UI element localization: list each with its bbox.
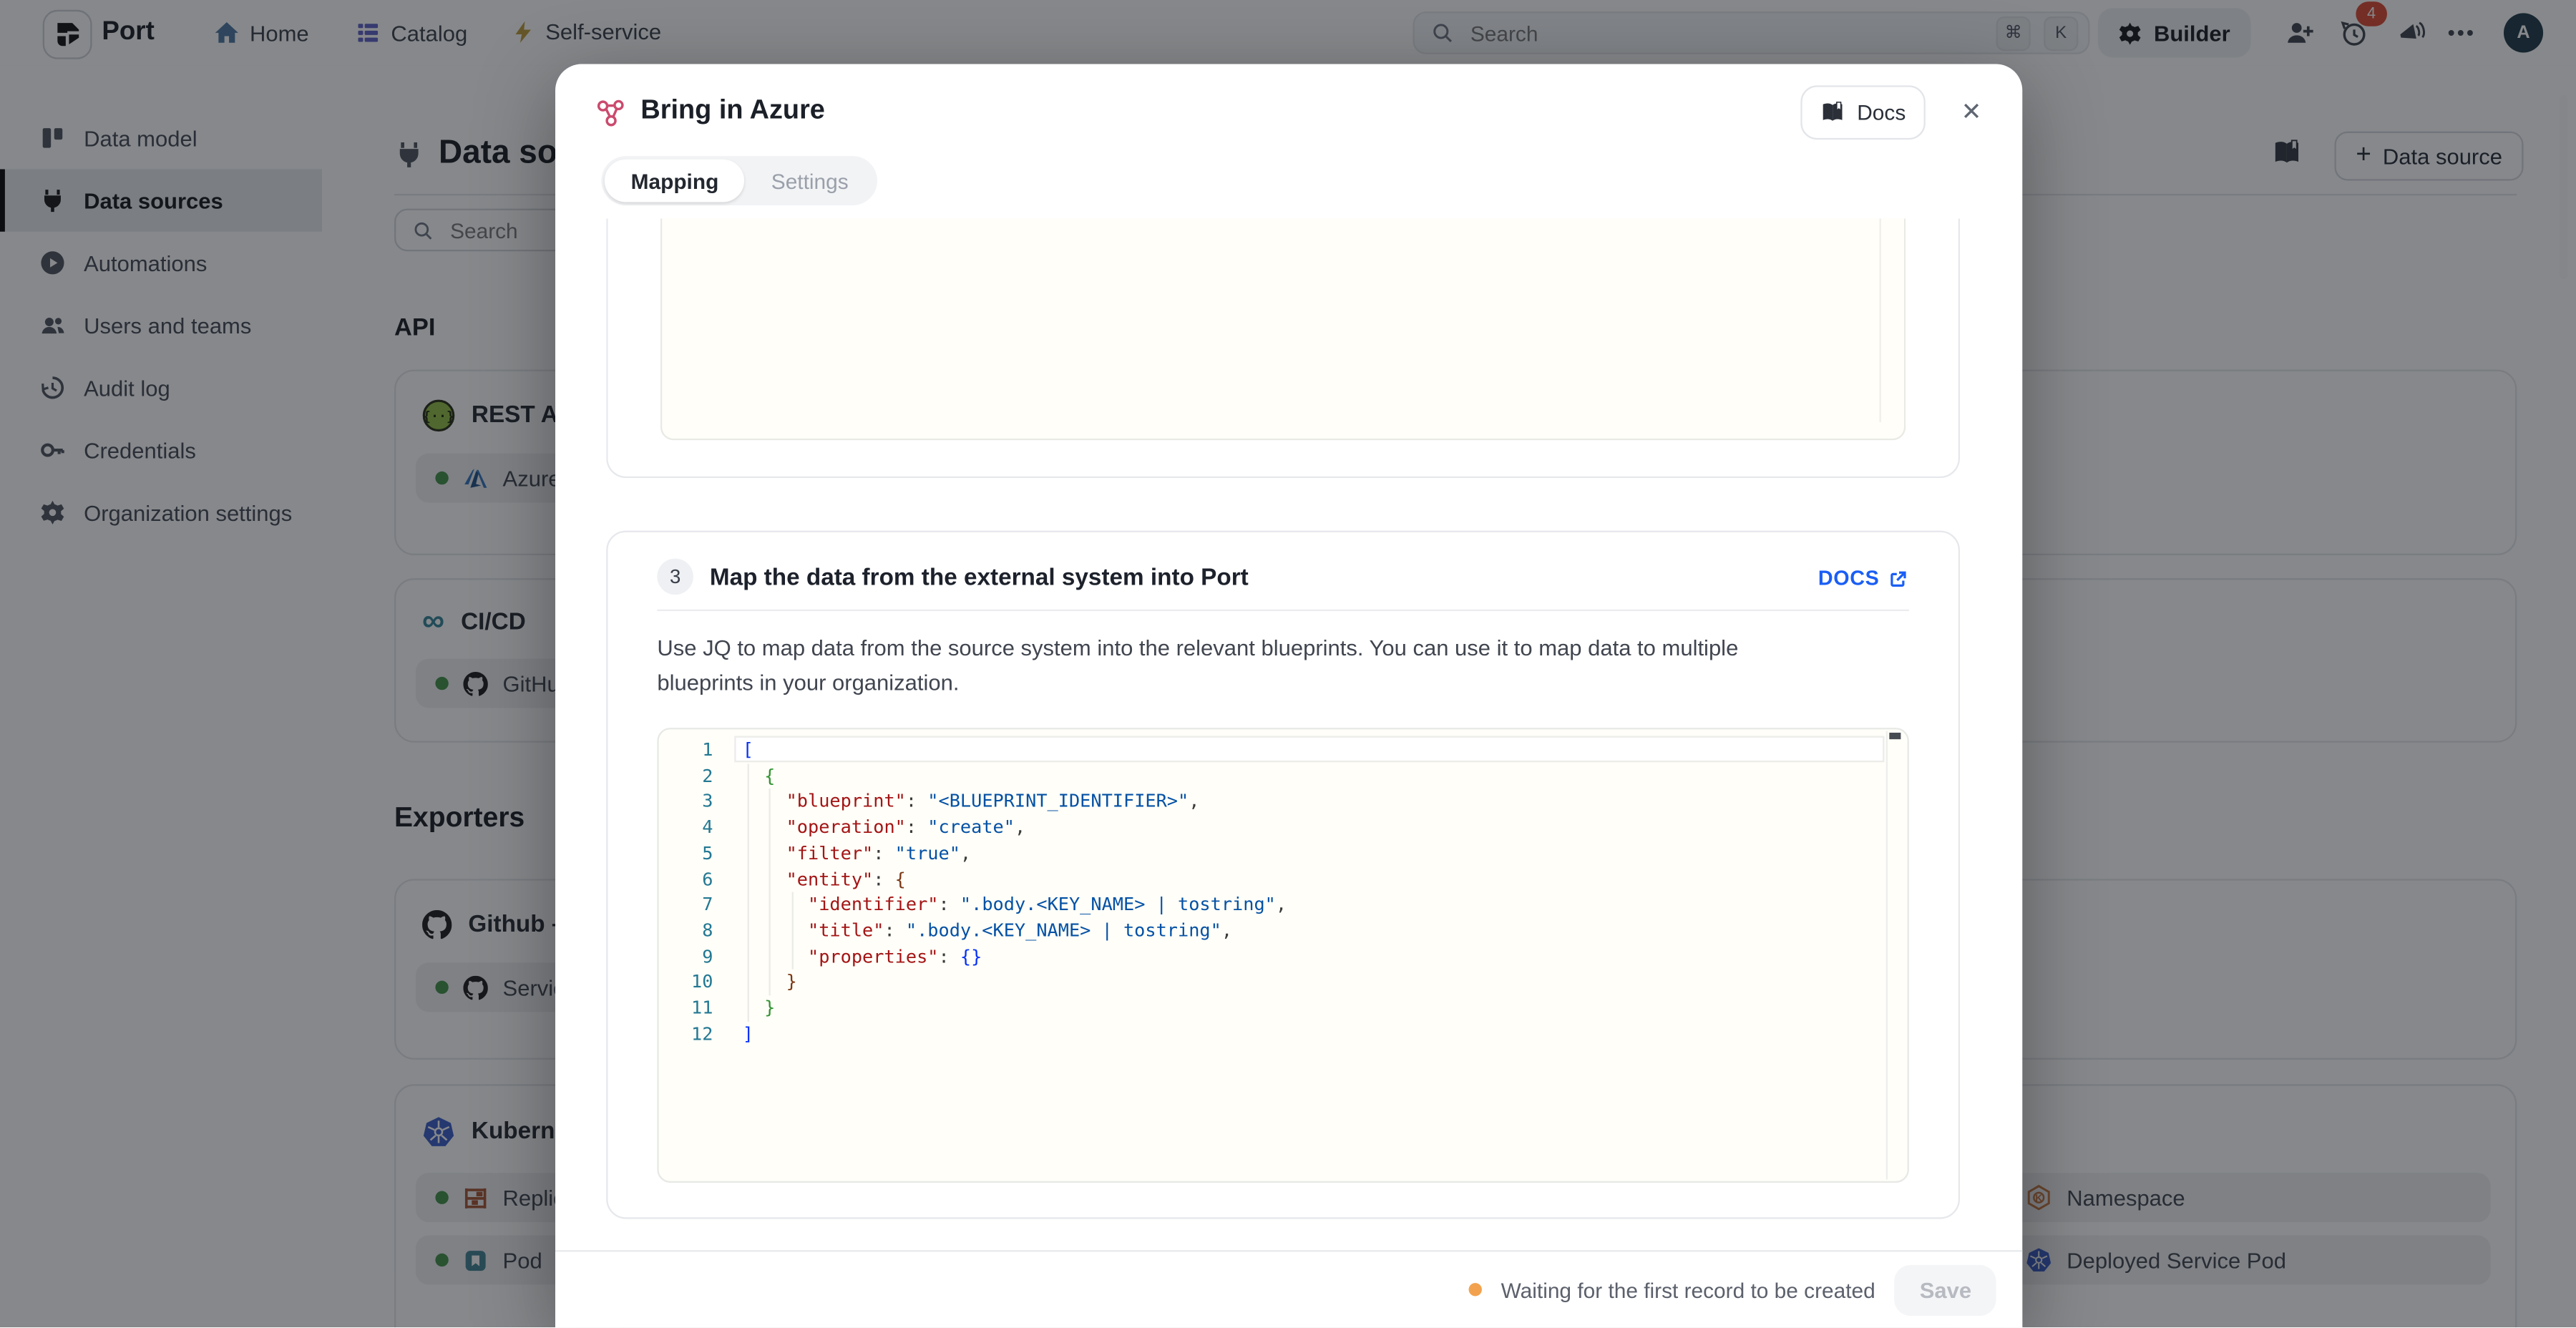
step-description: Use JQ to map data from the source syste… bbox=[657, 631, 1817, 700]
previous-editor-bottom[interactable] bbox=[660, 218, 1906, 440]
status-dot-orange bbox=[1468, 1283, 1481, 1296]
code-line: "identifier": ".body.<KEY_NAME> | tostri… bbox=[743, 892, 1287, 918]
editor-scrollbar[interactable] bbox=[1880, 218, 1881, 422]
code-lines[interactable]: [ { "blueprint": "<BLUEPRINT_IDENTIFIER>… bbox=[743, 738, 1287, 1048]
code-line: "filter": "true", bbox=[743, 841, 1287, 866]
code-line: } bbox=[743, 970, 1287, 995]
modal-title: Bring in Azure bbox=[640, 95, 824, 127]
modal-docs-button[interactable]: Docs bbox=[1801, 85, 1926, 140]
jq-mapping-editor[interactable]: 123456789101112 [ { "blueprint": "<BLUEP… bbox=[657, 728, 1908, 1183]
code-line: } bbox=[743, 995, 1287, 1021]
bring-in-azure-modal: Bring in Azure Docs ✕ Mapping Settings 3… bbox=[555, 64, 2022, 1328]
external-link-icon bbox=[1888, 567, 1909, 589]
code-line: [ bbox=[743, 738, 1287, 763]
line-numbers: 123456789101112 bbox=[659, 738, 735, 1048]
tab-settings[interactable]: Settings bbox=[745, 160, 874, 202]
step-title: Map the data from the external system in… bbox=[710, 565, 1249, 592]
code-line: "title": ".body.<KEY_NAME> | tostring", bbox=[743, 918, 1287, 944]
code-line: ] bbox=[743, 1021, 1287, 1047]
code-line: "entity": { bbox=[743, 866, 1287, 892]
code-line: { bbox=[743, 763, 1287, 789]
step-3-card: 3 Map the data from the external system … bbox=[606, 531, 1960, 1219]
status-text: Waiting for the first record to be creat… bbox=[1501, 1277, 1875, 1302]
viewport: Port Home Catalog Self-service ⌘ K Build… bbox=[0, 0, 2576, 1327]
save-button[interactable]: Save bbox=[1895, 1264, 1996, 1315]
cursor-decoration bbox=[1889, 733, 1901, 739]
code-line: "blueprint": "<BLUEPRINT_IDENTIFIER>", bbox=[743, 789, 1287, 815]
close-icon[interactable]: ✕ bbox=[1956, 97, 1986, 126]
modal-tabs: Mapping Settings bbox=[601, 156, 878, 205]
step-docs-label: DOCS bbox=[1818, 567, 1880, 590]
code-line: "properties": {} bbox=[743, 944, 1287, 970]
step-divider bbox=[657, 610, 1908, 611]
tab-mapping[interactable]: Mapping bbox=[605, 160, 745, 202]
modal-footer: Waiting for the first record to be creat… bbox=[555, 1250, 2022, 1327]
step-docs-link[interactable]: DOCS bbox=[1818, 567, 1909, 590]
modal-docs-label: Docs bbox=[1857, 100, 1906, 125]
step-number: 3 bbox=[657, 559, 693, 595]
book-icon bbox=[1821, 100, 1845, 125]
overview-ruler bbox=[1886, 731, 1888, 1180]
code-line: "operation": "create", bbox=[743, 815, 1287, 841]
azure-integration-icon bbox=[595, 97, 628, 130]
